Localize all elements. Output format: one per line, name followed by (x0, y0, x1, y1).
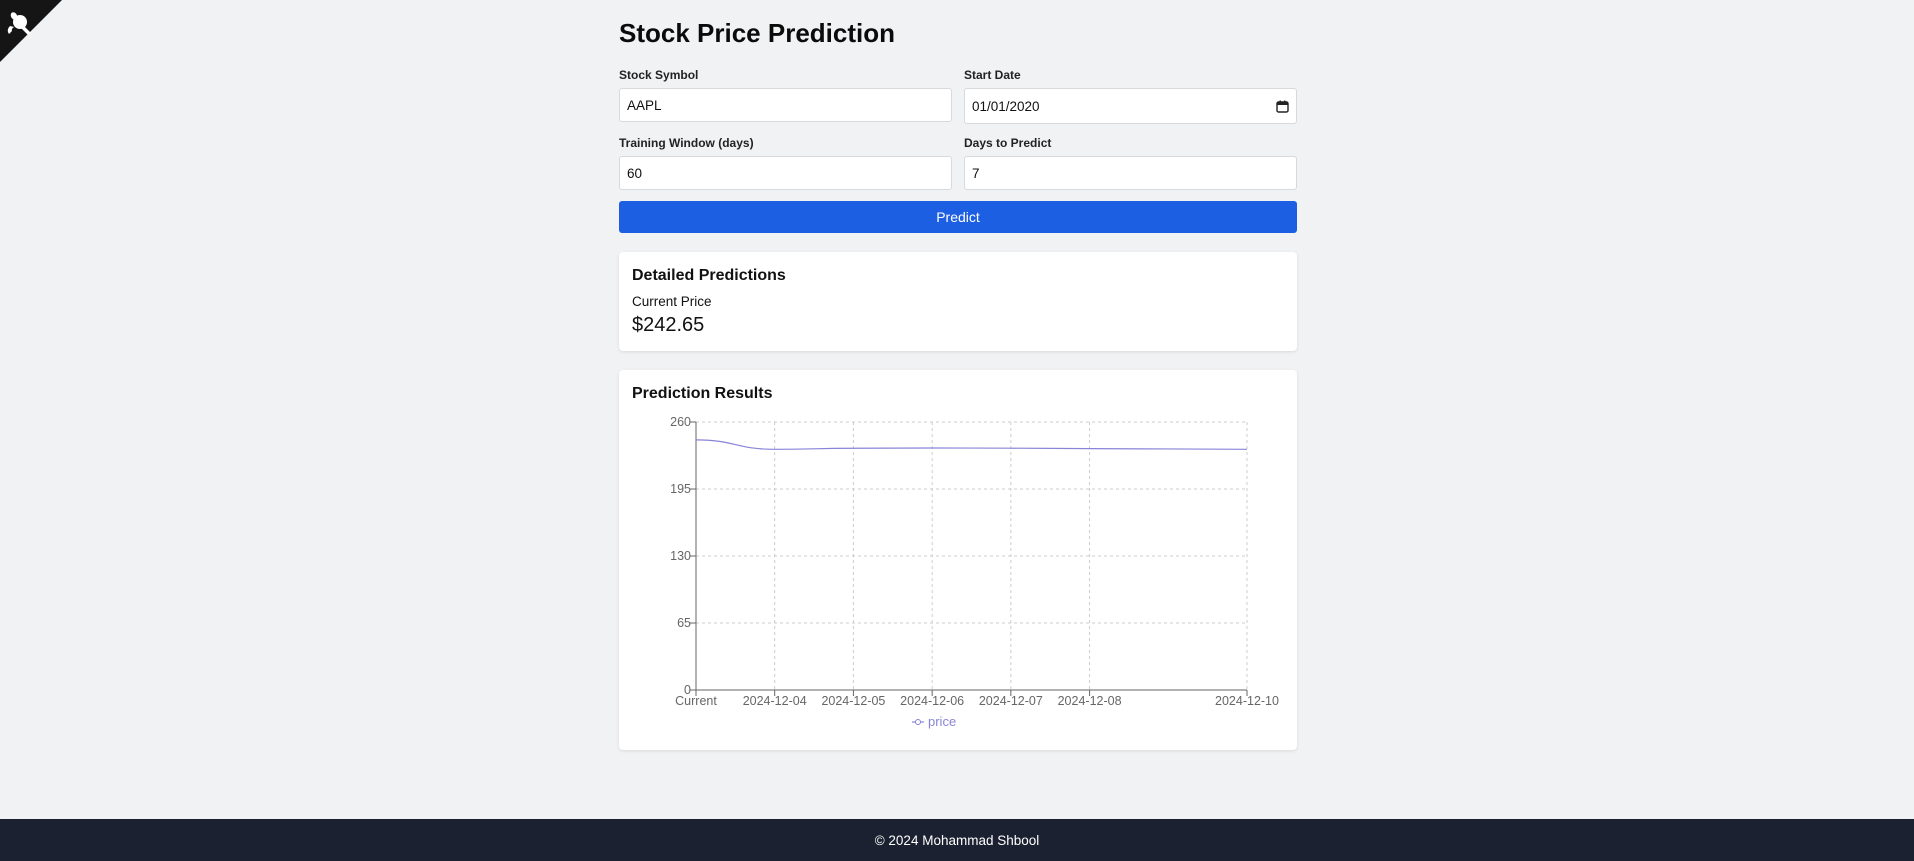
github-corner-link[interactable] (0, 0, 62, 62)
x-tick-label: Current (675, 694, 717, 708)
days-to-predict-field: Days to Predict 7 (964, 136, 1297, 190)
y-tick-label: 65 (677, 616, 691, 630)
predict-button[interactable]: Predict (619, 201, 1297, 233)
training-window-value: 60 (627, 165, 643, 181)
calendar-icon[interactable] (1276, 100, 1289, 113)
days-to-predict-input[interactable]: 7 (964, 156, 1297, 190)
stock-symbol-field: Stock Symbol AAPL (619, 68, 952, 122)
start-date-field: Start Date 01/01/2020 (964, 68, 1297, 124)
x-tick-label: 2024-12-07 (979, 694, 1043, 708)
footer: © 2024 Mohammad Shbool (0, 819, 1914, 861)
footer-text: © 2024 Mohammad Shbool (874, 832, 1040, 848)
current-price-label: Current Price (632, 294, 712, 309)
x-tick-label: 2024-12-08 (1058, 694, 1122, 708)
start-date-label: Start Date (964, 68, 1021, 82)
y-tick-label: 130 (670, 549, 691, 563)
page-title: Stock Price Prediction (619, 18, 895, 48)
detailed-predictions-title: Detailed Predictions (632, 267, 786, 284)
current-price-value: $242.65 (632, 314, 705, 336)
start-date-value: 01/01/2020 (972, 98, 1040, 114)
legend-label-price: price (928, 714, 956, 729)
days-to-predict-label: Days to Predict (964, 136, 1052, 150)
series-line-price (695, 439, 1248, 450)
github-corner-icon (0, 0, 62, 62)
y-tick-label: 260 (670, 415, 691, 429)
x-tick-label: 2024-12-04 (743, 694, 807, 708)
start-date-input[interactable]: 01/01/2020 (964, 88, 1297, 124)
y-tick-label: 195 (670, 482, 691, 496)
training-window-label: Training Window (days) (619, 136, 754, 150)
prediction-chart: 065130195260Current 2024-12-04 2024-12-05 2… (670, 415, 1279, 729)
legend-dot-marker (915, 719, 921, 725)
detailed-predictions-card: Detailed Predictions Current Price $242.… (619, 252, 1297, 351)
days-to-predict-value: 7 (972, 165, 980, 181)
stock-symbol-value: AAPL (627, 97, 662, 113)
stock-symbol-input[interactable]: AAPL (619, 88, 952, 122)
x-tick-label: 2024-12-05 (821, 694, 885, 708)
x-tick-label: 2024-12-06 (900, 694, 964, 708)
training-window-field: Training Window (days) 60 (619, 136, 952, 190)
x-tick-label: 2024-12-10 (1215, 694, 1279, 708)
prediction-results-card: Prediction Results 0 65 130 195 260 Current 20… (619, 370, 1297, 750)
training-window-input[interactable]: 60 (619, 156, 952, 190)
stock-symbol-label: Stock Symbol (619, 68, 699, 82)
